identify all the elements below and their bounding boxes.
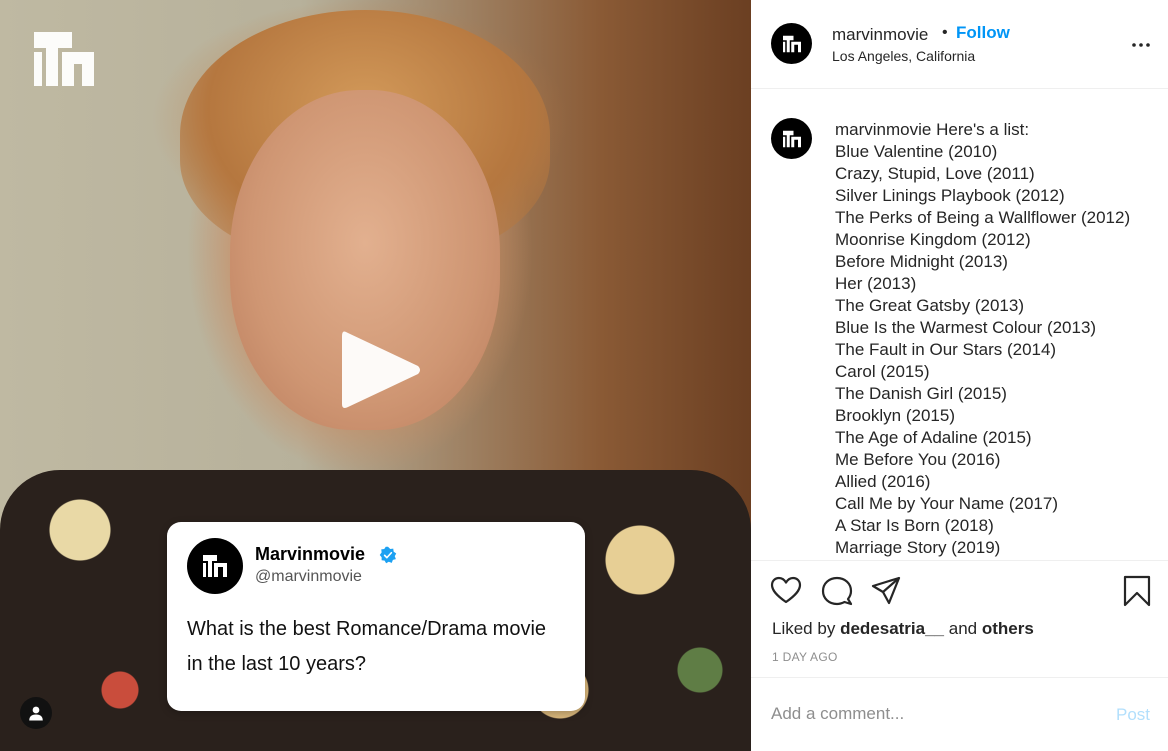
caption-avatar[interactable] (771, 118, 812, 159)
comment-bar: Post (751, 677, 1168, 751)
tweet-avatar (187, 538, 243, 594)
verified-badge-icon (379, 546, 397, 564)
caption-first-line: marvinmovie Here's a list: (835, 119, 1155, 141)
brand-logo-icon (203, 555, 227, 577)
movie-item: The Age of Adaline (2015) (835, 428, 1032, 447)
brand-logo-icon (782, 35, 801, 52)
bookmark-icon[interactable] (1121, 575, 1153, 607)
brand-logo-icon (782, 130, 801, 147)
movie-item: Before Midnight (2013) (835, 252, 1008, 271)
movie-item: A Star Is Born (2018) (835, 516, 994, 535)
movie-item: The Great Gatsby (2013) (835, 296, 1024, 315)
movie-item: Moonrise Kingdom (2012) (835, 230, 1031, 249)
liked-by-user-link[interactable]: dedesatria__ (840, 619, 944, 638)
movie-list: Blue Valentine (2010) Crazy, Stupid, Lov… (835, 141, 1155, 559)
profile-avatar[interactable] (771, 23, 812, 64)
movie-item: Me Before You (2016) (835, 450, 1001, 469)
location-link[interactable]: Los Angeles, California (832, 48, 975, 64)
movie-item: Blue Is the Warmest Colour (2013) (835, 318, 1097, 337)
movie-item: Marriage Story (2019) (835, 538, 1001, 557)
comment-icon[interactable] (821, 575, 853, 607)
movie-item: Crazy, Stupid, Love (2011) (835, 164, 1035, 183)
tweet-author-name: Marvinmovie (255, 544, 366, 564)
movie-item: The Perks of Being a Wallflower (2012) (835, 208, 1131, 227)
post-comment-button[interactable]: Post (1116, 705, 1150, 725)
likes-prefix: Liked by (772, 619, 836, 638)
user-tag-icon (29, 706, 43, 721)
heart-icon[interactable] (770, 575, 802, 607)
header-separator: • (942, 24, 948, 41)
movie-item: Silver Linings Playbook (2012) (835, 186, 1065, 205)
movie-item: Blue Valentine (2010) (835, 142, 998, 161)
user-tags-button[interactable] (20, 697, 52, 729)
movie-item: The Fault in Our Stars (2014) (835, 340, 1057, 359)
likes-others-link[interactable]: others (982, 619, 1034, 638)
more-options-icon[interactable] (1129, 33, 1153, 57)
movie-item: The Danish Girl (2015) (835, 384, 1007, 403)
post-actions: Liked by dedesatria__ and others 1 DAY A… (751, 560, 1168, 677)
movie-item: Carol (2015) (835, 362, 930, 381)
caption-area[interactable]: marvinmovie Here's a list: Blue Valentin… (751, 89, 1168, 559)
header-username-link[interactable]: marvinmovie (832, 25, 928, 45)
tweet-author-handle: @marvinmovie (255, 568, 362, 585)
post-timestamp[interactable]: 1 DAY AGO (772, 650, 838, 664)
caption-text: marvinmovie Here's a list: Blue Valentin… (835, 119, 1155, 559)
post-media[interactable]: Marvinmovie @marvinmovie What is the bes… (0, 0, 751, 751)
likes-summary: Liked by dedesatria__ and others (772, 619, 1034, 639)
caption-username-link[interactable]: marvinmovie (835, 120, 931, 139)
movie-item: Brooklyn (2015) (835, 406, 956, 425)
brand-logo-icon (34, 32, 94, 86)
movie-item: Call Me by Your Name (2017) (835, 494, 1059, 513)
post-side-panel: marvinmovie • Follow Los Angeles, Califo… (751, 0, 1168, 751)
caption-intro: Here's a list: (936, 120, 1030, 139)
play-icon[interactable] (340, 328, 422, 412)
tweet-text: What is the best Romance/Drama movie in … (187, 618, 547, 675)
follow-button[interactable]: Follow (956, 23, 1010, 43)
tweet-card: Marvinmovie @marvinmovie What is the bes… (167, 522, 585, 711)
post-header: marvinmovie • Follow Los Angeles, Califo… (751, 0, 1168, 89)
comment-input[interactable] (771, 700, 1091, 728)
likes-connector: and (948, 619, 978, 638)
movie-item: Her (2013) (835, 274, 917, 293)
movie-item: Allied (2016) (835, 472, 931, 491)
share-icon[interactable] (870, 575, 902, 607)
